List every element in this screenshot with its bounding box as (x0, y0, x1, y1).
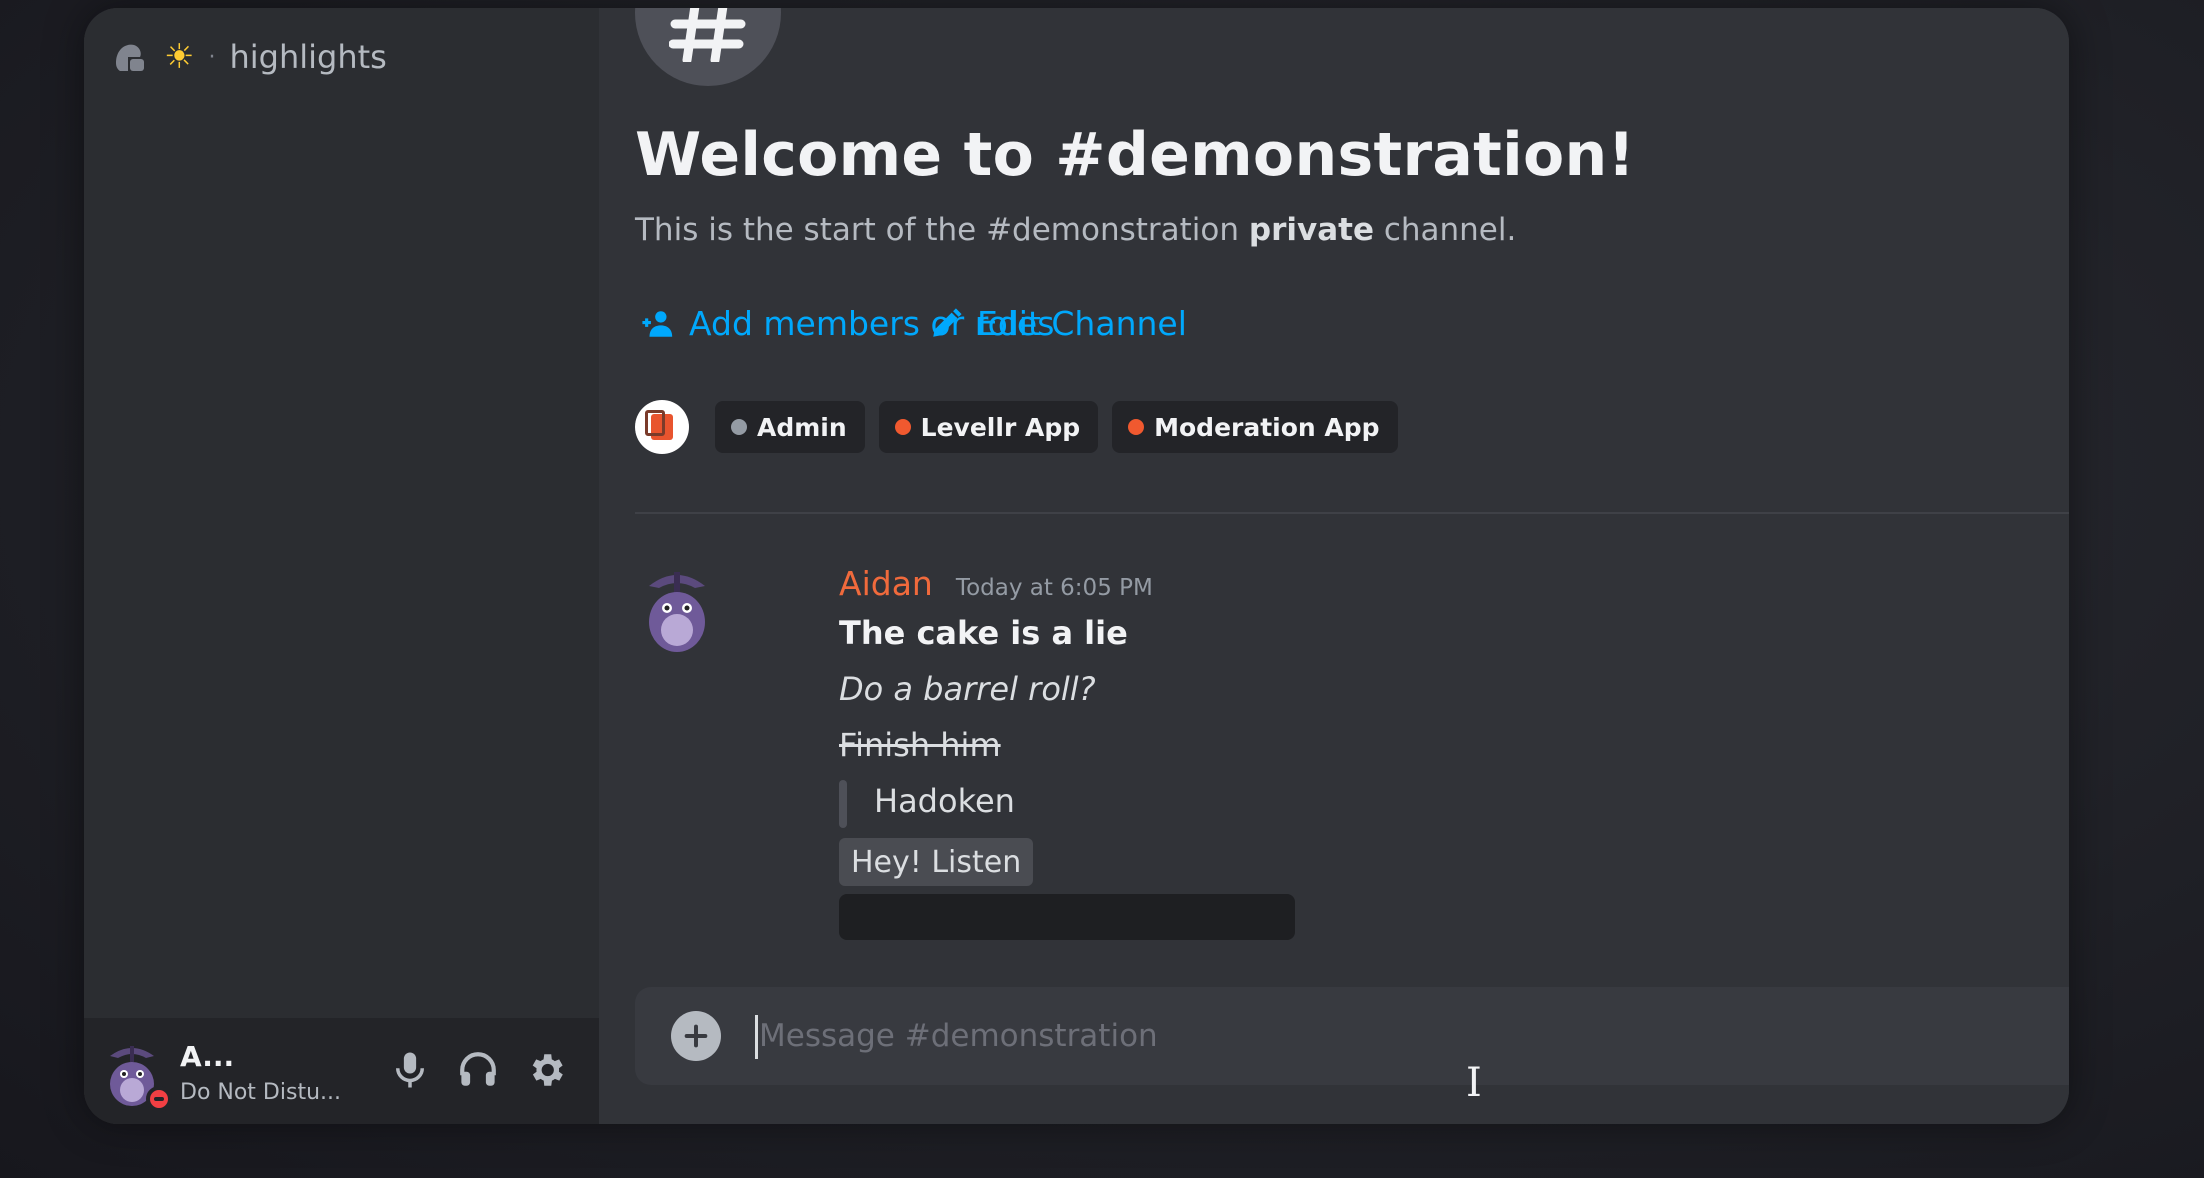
sidebar-item-highlights[interactable]: ☀ · highlights (110, 26, 387, 88)
message-line-italic: Do a barrel roll? (839, 670, 1096, 708)
blockquote-bar (839, 780, 847, 828)
role-color-dot (1128, 419, 1145, 435)
message-avatar-image (649, 572, 705, 652)
message-author[interactable]: Aidan (839, 564, 933, 603)
member-avatar[interactable] (635, 400, 689, 454)
user-panel: A... Do Not Distu... (84, 1018, 599, 1124)
subtitle-prefix: This is the start of the #demonstration (635, 212, 1249, 248)
message-inline-code: Hey! Listen (839, 838, 1034, 886)
user-status: Do Not Distu... (180, 1080, 341, 1105)
add-members-icon (642, 310, 673, 337)
mute-button[interactable] (382, 1042, 438, 1098)
text-caret (755, 1015, 758, 1059)
dnd-status-icon (146, 1086, 172, 1112)
message-input[interactable] (759, 1005, 1959, 1067)
plus-icon (684, 1024, 708, 1048)
microphone-icon (396, 1052, 424, 1088)
edit-channel-label: Edit Channel (977, 304, 1187, 343)
discord-window: ☀ · highlights A... Do Not Distu... Welc… (84, 8, 2069, 1124)
role-color-dot (731, 419, 747, 435)
app-logo-icon (645, 410, 673, 440)
message-line-strikethrough: Finish him (839, 726, 1001, 764)
subtitle-suffix: channel. (1373, 212, 1517, 248)
i-beam-cursor-icon: I (1466, 1060, 1482, 1106)
message-timestamp[interactable]: Today at 6:05 PM (956, 575, 1153, 601)
user-name[interactable]: A... (180, 1040, 234, 1073)
user-settings-button[interactable] (518, 1042, 574, 1098)
message-line-quote: Hadoken (874, 782, 1015, 820)
sun-icon: ☀ (164, 37, 195, 77)
channel-sidebar: ☀ · highlights A... Do Not Distu... (84, 8, 599, 1124)
hashtag-icon (669, 8, 746, 62)
pencil-icon (933, 307, 962, 337)
message-header: Aidan Today at 6:05 PM (839, 564, 1153, 603)
role-label: Levellr App (920, 412, 1081, 442)
divider (635, 512, 2069, 514)
deafen-button[interactable] (450, 1042, 506, 1098)
role-label: Moderation App (1154, 412, 1380, 442)
channel-role-list: Admin Levellr App Moderation App (635, 400, 1398, 454)
page-title: Welcome to #demonstration! (635, 120, 1636, 190)
sidebar-item-label: highlights (229, 38, 387, 76)
upload-button[interactable] (671, 1011, 721, 1061)
avatar[interactable] (102, 1038, 172, 1112)
channel-intro-subtitle: This is the start of the #demonstration … (635, 212, 1516, 248)
message-line-bold: The cake is a lie (839, 614, 1128, 652)
subtitle-private: private (1248, 212, 1374, 248)
role-pill-admin[interactable]: Admin (715, 401, 865, 453)
role-color-dot (894, 419, 911, 435)
chat-area: Welcome to #demonstration! This is the s… (599, 8, 2069, 1124)
avatar[interactable] (639, 560, 715, 656)
role-pill-moderation-app[interactable]: Moderation App (1112, 401, 1398, 453)
headphones-icon (460, 1052, 496, 1086)
spoiler-block[interactable] (839, 894, 1295, 940)
role-pill-levellr-app[interactable]: Levellr App (878, 401, 1099, 453)
channel-hero-icon (635, 8, 781, 86)
role-label: Admin (757, 412, 847, 442)
gear-icon (532, 1054, 563, 1086)
thread-icon (116, 44, 144, 71)
edit-channel-button[interactable]: Edit Channel (929, 304, 1187, 343)
separator-dot: · (208, 44, 216, 70)
message-composer (635, 987, 2069, 1085)
